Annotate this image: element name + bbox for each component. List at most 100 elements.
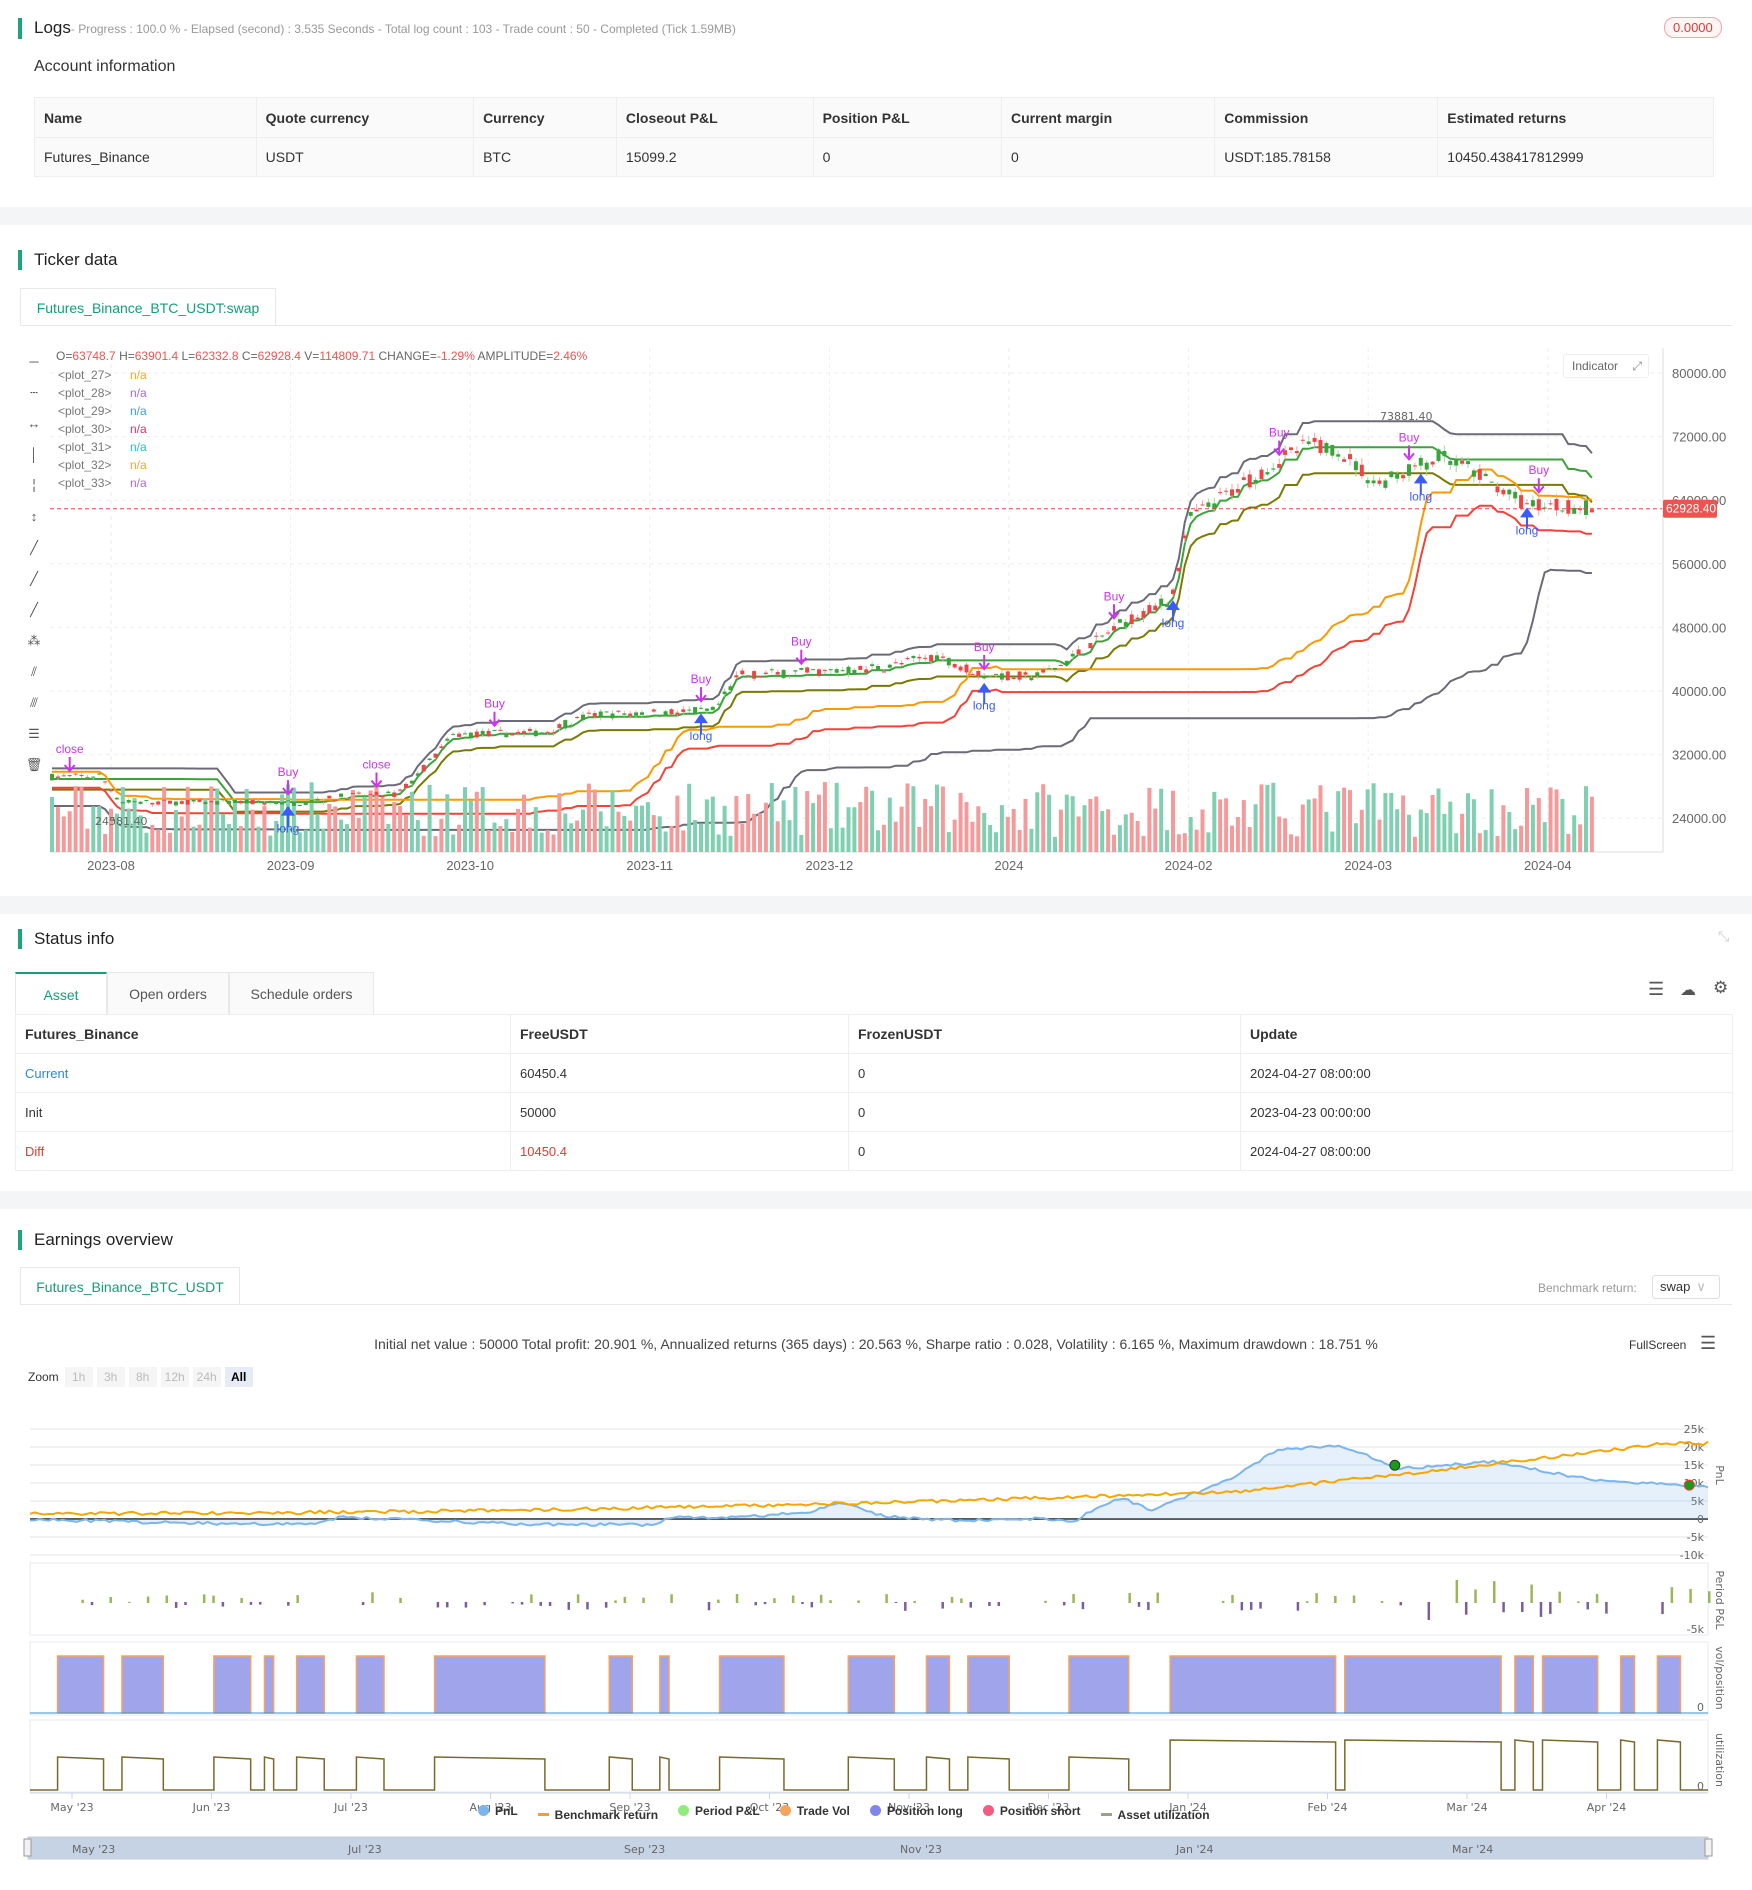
period-bar [1670, 1587, 1674, 1603]
tab-ticker-symbol[interactable]: Futures_Binance_BTC_USDT:swap [20, 288, 276, 326]
legend-item[interactable]: Position long [869, 1804, 963, 1818]
change-label: CHANGE= [375, 349, 437, 363]
tab-earnings-symbol[interactable]: Futures_Binance_BTC_USDT [20, 1267, 240, 1305]
indicator-button[interactable]: Indicator ⤢ [1563, 354, 1649, 378]
legend-item[interactable]: Trade Vol [779, 1804, 850, 1818]
volume-bar [616, 811, 621, 852]
tab-asset[interactable]: Asset [15, 972, 107, 1014]
candle [1141, 610, 1146, 618]
volume-bar [758, 813, 762, 852]
candle [55, 776, 60, 778]
period-bar [1128, 1593, 1131, 1603]
candle [291, 801, 296, 806]
position-block [56, 1655, 105, 1714]
tab-open-orders[interactable]: Open orders [107, 972, 229, 1014]
volume-bar [439, 818, 444, 852]
low-price-label: 24581.40 [95, 815, 148, 828]
legend-item[interactable]: PnL [478, 1804, 518, 1818]
date-tick: 2024-04 [1524, 858, 1572, 873]
logs-summary: - Progress : 100.0 % - Elapsed (second) … [70, 22, 736, 36]
column-header: Futures_Binance [15, 1014, 511, 1054]
settings-gear-icon[interactable]: ⚙ [1713, 978, 1728, 998]
signal-label: Buy [1104, 589, 1125, 603]
plot-legend: <plot_27> n/a <plot_28> n/a <plot_29> n/a <plo… [58, 366, 147, 492]
volume-bar [557, 793, 562, 852]
expand-icon[interactable]: ⤢ [1632, 355, 1642, 377]
tab-schedule-orders[interactable]: Schedule orders [229, 972, 374, 1014]
candle [73, 773, 78, 775]
signal-label: Buy [1528, 463, 1549, 477]
period-bar [530, 1594, 533, 1603]
candle [622, 713, 627, 715]
upload-cloud-icon[interactable]: ☁ [1680, 980, 1696, 1000]
candle [215, 801, 220, 805]
candle [1589, 509, 1594, 513]
volume-bar [1247, 826, 1252, 852]
volume-bar [1182, 833, 1187, 852]
navigator-left-handle[interactable] [23, 1838, 32, 1857]
volume-bar [586, 783, 591, 852]
list-icon[interactable]: ☰ [1648, 979, 1664, 1000]
candle [887, 664, 892, 668]
navigator-right-handle[interactable] [1704, 1838, 1713, 1857]
legend-item[interactable]: Benchmark return [537, 1808, 658, 1822]
volume-bar [728, 835, 733, 852]
zoom-option-1h[interactable]: 1h [64, 1367, 93, 1387]
volume-bar [716, 834, 721, 852]
candle [1112, 626, 1116, 631]
candle [1094, 635, 1099, 637]
volume-bar [704, 799, 709, 852]
candle [309, 799, 314, 803]
period-bar [997, 1602, 1001, 1606]
period-bar [1661, 1602, 1664, 1615]
zoom-option-12h[interactable]: 12h [160, 1367, 189, 1387]
collapse-icon[interactable]: ⤡ [1718, 928, 1729, 945]
period-bar [165, 1595, 169, 1603]
candlestick-chart[interactable]: 80000.0072000.0064000.0056000.0048000.00… [0, 340, 1752, 880]
fullscreen-button[interactable]: FullScreen [1629, 1338, 1686, 1352]
volume-bar [722, 805, 727, 852]
volume-value: 114809.71 [319, 349, 376, 363]
candle [557, 724, 562, 728]
candle [85, 777, 90, 779]
period-bar [146, 1596, 150, 1603]
candle [1353, 461, 1358, 471]
candle [651, 709, 656, 712]
zoom-option-3h[interactable]: 3h [96, 1367, 125, 1387]
candle [1312, 437, 1317, 442]
candle [1448, 460, 1453, 465]
candle [1359, 464, 1364, 477]
candle [486, 730, 491, 737]
candle [474, 731, 479, 738]
candle [881, 671, 886, 673]
candle [1294, 451, 1299, 454]
legend-item[interactable]: Position short [982, 1804, 1081, 1818]
volume-bar [634, 805, 639, 852]
column-header: Currency [473, 97, 617, 138]
range-navigator[interactable]: May '23 Jul '23 Sep '23 Nov '23 Jan '24 Mar '… [0, 1835, 1752, 1865]
utilization-line [30, 1739, 1708, 1791]
zoom-option-24h[interactable]: 24h [192, 1367, 221, 1387]
volume-bar [610, 790, 615, 852]
candle [917, 656, 922, 659]
volume-bar [398, 806, 403, 852]
volume-bar [309, 782, 314, 852]
benchmark-select[interactable]: swap ∨ [1652, 1275, 1720, 1299]
menu-icon[interactable]: ☰ [1700, 1333, 1716, 1354]
earnings-chart[interactable]: 25k20k15k10k5k0-5k-10k-5k00PnLPeriod P&L… [0, 1395, 1752, 1815]
position-zero-tick: 0 [1697, 1701, 1704, 1714]
zoom-option-All[interactable]: All [224, 1367, 253, 1387]
column-header: FrozenUSDT [848, 1014, 1241, 1054]
volume-bar [327, 803, 332, 852]
volume-bar [994, 832, 998, 852]
volume-bar [1566, 833, 1571, 852]
volume-bar [1584, 786, 1588, 852]
legend-item[interactable]: Period P&L [678, 1804, 760, 1818]
signal-label: Buy [484, 697, 505, 711]
period-bar [1231, 1594, 1234, 1603]
column-header: Current margin [1000, 97, 1216, 138]
navigator-tick: May '23 [72, 1843, 115, 1856]
zoom-option-8h[interactable]: 8h [128, 1367, 157, 1387]
legend-item[interactable]: Asset utilization [1100, 1808, 1210, 1822]
period-bar [1221, 1601, 1225, 1603]
